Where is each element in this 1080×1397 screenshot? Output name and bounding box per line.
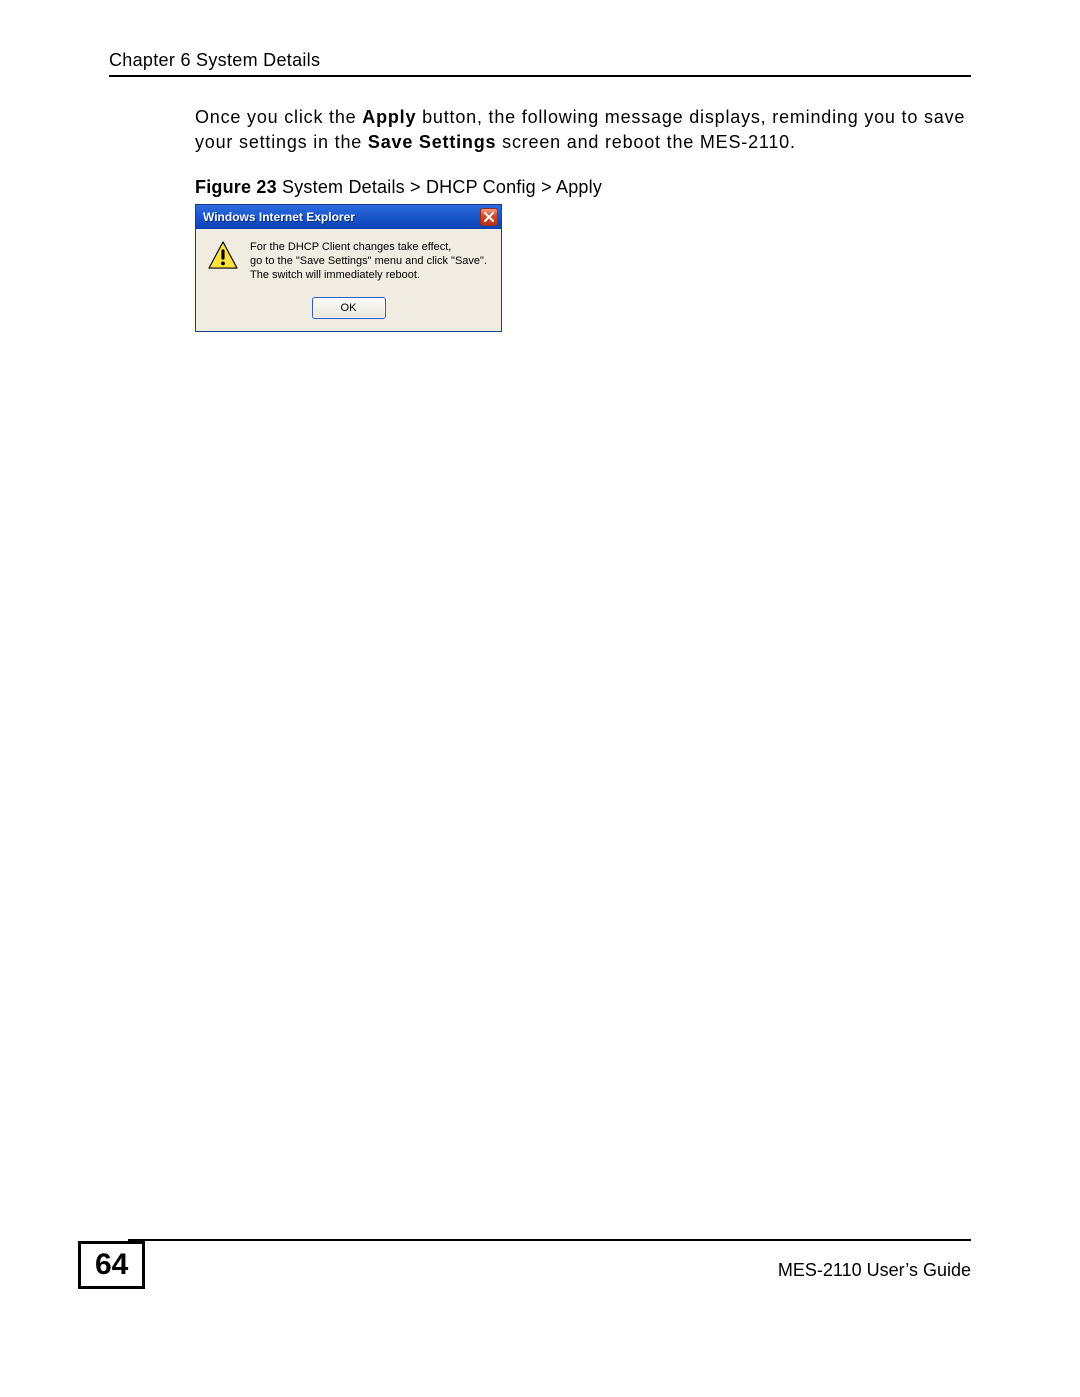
dialog-titlebar: Windows Internet Explorer — [196, 205, 501, 229]
dialog-message-line: go to the "Save Settings" menu and click… — [250, 255, 487, 269]
dialog-title: Windows Internet Explorer — [203, 210, 355, 224]
intro-paragraph: Once you click the Apply button, the fol… — [195, 105, 971, 155]
dialog-message: For the DHCP Client changes take effect,… — [250, 241, 487, 282]
alert-dialog: Windows Internet Explorer For the D — [195, 204, 502, 331]
page-number: 64 — [78, 1241, 145, 1289]
dialog-footer: OK — [196, 291, 501, 331]
para-text: Once you click the — [195, 107, 362, 127]
close-icon — [484, 212, 494, 222]
figure-caption: Figure 23 System Details > DHCP Config >… — [195, 177, 971, 198]
para-text: screen and reboot the MES-2110. — [496, 132, 795, 152]
ok-button[interactable]: OK — [312, 297, 386, 319]
apply-keyword: Apply — [362, 107, 416, 127]
close-button[interactable] — [480, 208, 498, 226]
page-header: Chapter 6 System Details — [109, 50, 971, 77]
dialog-body: For the DHCP Client changes take effect,… — [196, 229, 501, 290]
guide-title: MES-2110 User’s Guide — [778, 1260, 971, 1281]
page-content: Once you click the Apply button, the fol… — [195, 105, 971, 332]
header-rule — [109, 75, 971, 77]
chapter-title: Chapter 6 System Details — [109, 50, 971, 71]
dialog-message-line: The switch will immediately reboot. — [250, 269, 487, 283]
ok-button-label: OK — [341, 302, 357, 314]
figure-label: Figure 23 — [195, 177, 277, 197]
footer-line: 64 MES-2110 User’s Guide — [78, 1241, 971, 1289]
figure-caption-text: System Details > DHCP Config > Apply — [277, 177, 602, 197]
save-settings-keyword: Save Settings — [368, 132, 496, 152]
dialog-message-line: For the DHCP Client changes take effect, — [250, 241, 487, 255]
page: Chapter 6 System Details Once you click … — [0, 0, 1080, 1397]
page-footer: 64 MES-2110 User’s Guide — [78, 1239, 971, 1289]
warning-icon — [208, 241, 238, 269]
